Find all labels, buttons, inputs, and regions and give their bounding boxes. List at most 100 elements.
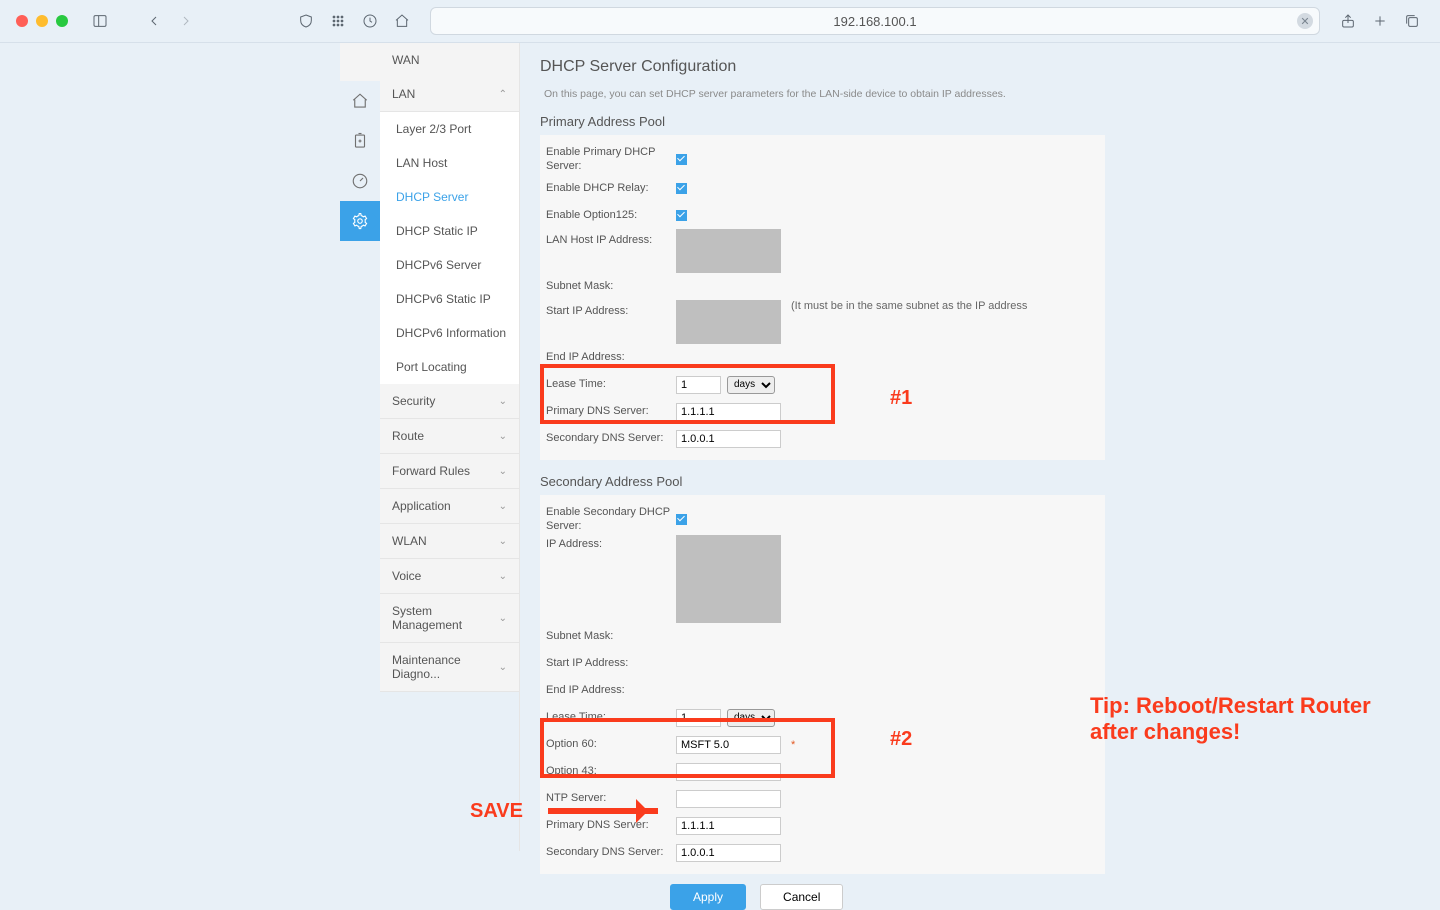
button-row: Apply Cancel (670, 884, 1105, 910)
annotation-save-label: SAVE (470, 800, 523, 823)
lbl-subnet-mask-p: Subnet Mask: (546, 279, 676, 293)
primary-pool-heading: Primary Address Pool (540, 114, 1105, 129)
nav-lan-header[interactable]: LAN ⌃ (380, 77, 519, 112)
input-option43[interactable] (676, 763, 781, 781)
select-lease-unit-s[interactable]: days (727, 709, 775, 727)
clear-address-icon[interactable]: ✕ (1297, 13, 1313, 29)
chevron-down-icon: ⌄ (499, 396, 507, 407)
chevron-down-icon: ⌄ (499, 536, 507, 547)
back-icon[interactable] (142, 9, 166, 33)
page-description: On this page, you can set DHCP server pa… (540, 82, 1105, 110)
chevron-down-icon: ⌄ (499, 571, 507, 582)
address-bar[interactable]: 192.168.100.1 ✕ (430, 7, 1320, 35)
nav-application[interactable]: Application⌄ (380, 489, 519, 524)
secondary-pool-heading: Secondary Address Pool (540, 474, 1105, 489)
nav-lan-dhcpv6-server[interactable]: DHCPv6 Server (380, 248, 519, 282)
apply-button[interactable]: Apply (670, 884, 746, 910)
rail-clipboard-icon[interactable] (340, 121, 380, 161)
lbl-option43: Option 43: (546, 764, 676, 778)
share-icon[interactable] (1336, 9, 1360, 33)
rail-gear-icon[interactable] (340, 201, 380, 241)
chevron-down-icon: ⌄ (499, 466, 507, 477)
annotation-arrow-icon (548, 808, 658, 814)
input-lease-p[interactable] (676, 376, 721, 394)
input-lease-s[interactable] (676, 709, 721, 727)
lbl-secondary-dns-p: Secondary DNS Server: (546, 431, 676, 445)
zoom-window[interactable] (56, 15, 68, 27)
nav-lan-dhcp-server[interactable]: DHCP Server (380, 180, 519, 214)
rail-meter-icon[interactable] (340, 161, 380, 201)
main-content: DHCP Server Configuration On this page, … (540, 58, 1105, 851)
rail-home-icon[interactable] (340, 81, 380, 121)
input-primary-dns-p[interactable] (676, 403, 781, 421)
tabs-icon[interactable] (1400, 9, 1424, 33)
select-lease-unit-p[interactable]: days (727, 376, 775, 394)
primary-pool-block: Enable Primary DHCP Server: Enable DHCP … (540, 135, 1105, 460)
nav-maintenance[interactable]: Maintenance Diagno...⌄ (380, 643, 519, 692)
nav-lan-port-locating[interactable]: Port Locating (380, 350, 519, 384)
lbl-end-ip-p: End IP Address: (546, 350, 676, 364)
lbl-option60: Option 60: (546, 737, 676, 751)
window-controls (16, 15, 68, 27)
input-secondary-dns-s[interactable] (676, 844, 781, 862)
side-nav: WAN LAN ⌃ Layer 2/3 Port LAN Host DHCP S… (380, 43, 520, 851)
nav-route[interactable]: Route⌄ (380, 419, 519, 454)
input-primary-dns-s[interactable] (676, 817, 781, 835)
nav-lan-layer23[interactable]: Layer 2/3 Port (380, 112, 519, 146)
minimize-window[interactable] (36, 15, 48, 27)
chevron-down-icon: ⌄ (499, 613, 507, 624)
lbl-primary-dns-p: Primary DNS Server: (546, 404, 676, 418)
lbl-enable-option125: Enable Option125: (546, 208, 676, 222)
nav-lan-dhcp-static[interactable]: DHCP Static IP (380, 214, 519, 248)
chevron-down-icon: ⌄ (499, 662, 507, 673)
lbl-lease-p: Lease Time: (546, 377, 676, 391)
nav-wan[interactable]: WAN (380, 43, 519, 77)
nav-security[interactable]: Security⌄ (380, 384, 519, 419)
browser-toolbar: 192.168.100.1 ✕ (0, 0, 1440, 43)
lbl-ip-address-s: IP Address: (546, 535, 676, 551)
chevron-up-icon: ⌃ (499, 89, 507, 100)
chk-enable-option125[interactable] (676, 210, 687, 221)
sidebar-toggle-icon[interactable] (88, 9, 112, 33)
page-title: DHCP Server Configuration (540, 58, 1105, 76)
annotation-label-2: #2 (890, 728, 912, 751)
lbl-end-ip-s: End IP Address: (546, 683, 676, 697)
forward-icon[interactable] (174, 9, 198, 33)
chk-enable-secondary[interactable] (676, 514, 687, 525)
annotation-label-1: #1 (890, 387, 912, 410)
chk-enable-relay[interactable] (676, 183, 687, 194)
nav-wlan[interactable]: WLAN⌄ (380, 524, 519, 559)
cancel-button[interactable]: Cancel (760, 884, 843, 910)
grid-icon[interactable] (326, 9, 350, 33)
left-icon-rail (340, 43, 380, 241)
input-secondary-dns-p[interactable] (676, 430, 781, 448)
masked-ip-block-s (676, 535, 781, 623)
shield-icon[interactable] (294, 9, 318, 33)
annotation-tip: Tip: Reboot/Restart Router after changes… (1090, 693, 1390, 746)
lbl-enable-secondary: Enable Secondary DHCP Server: (546, 505, 676, 534)
lbl-lease-s: Lease Time: (546, 710, 676, 724)
lbl-enable-primary: Enable Primary DHCP Server: (546, 145, 676, 174)
lbl-start-ip-p: Start IP Address: (546, 300, 676, 318)
new-tab-icon[interactable] (1368, 9, 1392, 33)
lbl-lan-host-ip: LAN Host IP Address: (546, 229, 676, 247)
nav-lan-dhcpv6-info[interactable]: DHCPv6 Information (380, 316, 519, 350)
chevron-down-icon: ⌄ (499, 431, 507, 442)
secondary-pool-block: Enable Secondary DHCP Server: IP Address… (540, 495, 1105, 874)
chk-enable-primary[interactable] (676, 154, 687, 165)
close-window[interactable] (16, 15, 28, 27)
lbl-subnet-mask-s: Subnet Mask: (546, 629, 676, 643)
input-ntp[interactable] (676, 790, 781, 808)
nav-lan-label: LAN (392, 87, 415, 101)
masked-start-end-ip-p (676, 300, 781, 344)
nav-lan-dhcpv6-static[interactable]: DHCPv6 Static IP (380, 282, 519, 316)
nav-forward-rules[interactable]: Forward Rules⌄ (380, 454, 519, 489)
nav-system-management[interactable]: System Management⌄ (380, 594, 519, 643)
nav-lan-host[interactable]: LAN Host (380, 146, 519, 180)
address-text: 192.168.100.1 (833, 14, 916, 29)
chevron-down-icon: ⌄ (499, 501, 507, 512)
input-option60[interactable] (676, 736, 781, 754)
history-icon[interactable] (358, 9, 382, 33)
home-icon[interactable] (390, 9, 414, 33)
nav-voice[interactable]: Voice⌄ (380, 559, 519, 594)
